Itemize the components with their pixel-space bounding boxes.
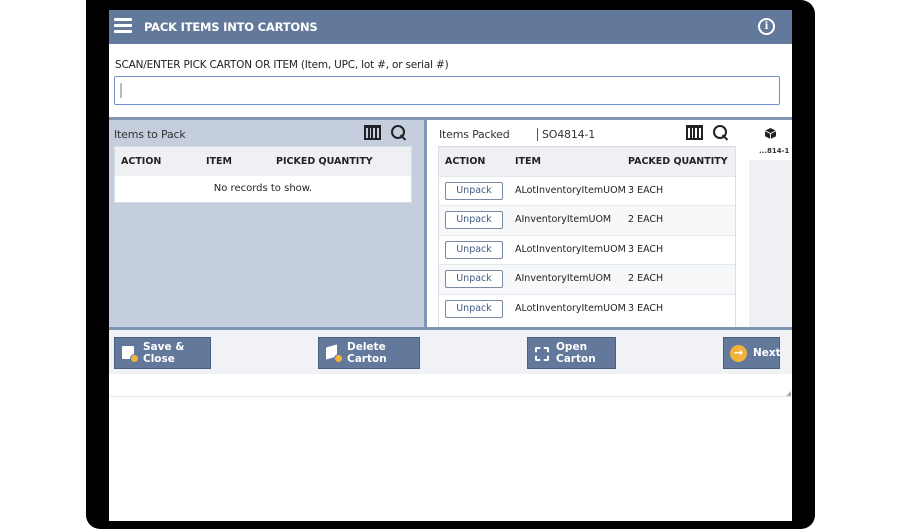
table-row: Unpack ALotInventoryItemUOM 3 EACH xyxy=(439,176,735,205)
app-screen: PACK ITEMS INTO CARTONS i SCAN/ENTER PIC… xyxy=(109,10,792,521)
save-close-button[interactable]: Save & Close xyxy=(114,337,211,369)
items-packed-grid: ACTION ITEM PACKED QUANTITY Unpack ALotI… xyxy=(438,146,736,327)
items-packed-panel: Items Packed SO4814-1 ACTION ITEM PACKED… xyxy=(427,120,792,327)
grid-header: ACTION ITEM PICKED QUANTITY xyxy=(115,147,411,176)
search-icon xyxy=(713,125,729,141)
next-button[interactable]: → Next xyxy=(723,337,781,369)
open-carton-label: Open Carton xyxy=(556,341,596,365)
page-title: PACK ITEMS INTO CARTONS xyxy=(144,20,318,34)
item-name: ALotInventoryItemUOM xyxy=(515,302,626,314)
column-header-action[interactable]: ACTION xyxy=(121,156,161,167)
column-header-packed-quantity[interactable]: PACKED QUANTITY xyxy=(628,156,728,167)
column-header-item[interactable]: ITEM xyxy=(515,156,541,167)
open-carton-icon xyxy=(534,345,550,361)
table-row: Unpack ALotInventoryItemUOM 3 EACH xyxy=(439,293,735,323)
divider xyxy=(109,396,792,397)
item-name: ALotInventoryItemUOM xyxy=(515,243,626,255)
search-button[interactable] xyxy=(391,125,407,141)
packed-quantity: 3 EACH xyxy=(628,302,664,314)
column-header-item[interactable]: ITEM xyxy=(206,156,232,167)
open-carton-label-line1: Open xyxy=(556,341,588,353)
item-name: AInventoryItemUOM xyxy=(515,273,612,285)
table-row: Unpack AInventoryItemUOM 2 EACH xyxy=(439,205,735,235)
item-name: AInventoryItemUOM xyxy=(515,214,612,226)
grid-header: ACTION ITEM PACKED QUANTITY xyxy=(439,147,735,176)
column-header-action[interactable]: ACTION xyxy=(445,156,485,167)
unpack-button[interactable]: Unpack xyxy=(445,299,503,318)
items-to-pack-title: Items to Pack xyxy=(114,128,186,141)
hamburger-menu-icon[interactable] xyxy=(114,18,132,34)
open-carton-label-line2: Carton xyxy=(556,353,596,365)
scan-label: SCAN/ENTER PICK CARTON OR ITEM (Item, UP… xyxy=(115,59,449,71)
search-icon xyxy=(391,125,407,141)
search-button[interactable] xyxy=(713,125,729,141)
text-caret xyxy=(120,83,122,98)
column-chooser-button[interactable] xyxy=(364,125,381,140)
carton-drop-area xyxy=(749,160,792,327)
empty-message: No records to show. xyxy=(213,183,313,194)
items-packed-title: Items Packed xyxy=(439,128,510,141)
scan-input[interactable] xyxy=(114,76,780,105)
open-carton-button[interactable]: Open Carton xyxy=(527,337,616,369)
action-bar: Save & Close Delete Carton Open Carton →… xyxy=(109,330,792,374)
next-label: Next xyxy=(753,347,781,359)
packed-quantity: 3 EACH xyxy=(628,185,664,196)
table-row: Unpack ALotInventoryItemUOM 3 EACH xyxy=(439,234,735,264)
packed-quantity: 3 EACH xyxy=(628,243,664,255)
item-name: ALotInventoryItemUOM xyxy=(515,185,626,196)
delete-carton-button[interactable]: Delete Carton xyxy=(318,337,420,369)
unpack-button[interactable]: Unpack xyxy=(445,240,503,259)
delete-carton-label: Delete Carton xyxy=(347,341,387,365)
unpack-button[interactable]: Unpack xyxy=(445,270,503,289)
column-header-picked-quantity[interactable]: PICKED QUANTITY xyxy=(276,156,373,167)
items-to-pack-panel: Items to Pack ACTION ITEM PICKED QUANTIT… xyxy=(109,120,424,327)
app-header: PACK ITEMS INTO CARTONS i xyxy=(109,10,792,44)
resize-handle[interactable] xyxy=(786,391,791,396)
packed-quantity: 2 EACH xyxy=(628,273,664,285)
column-chooser-button[interactable] xyxy=(686,125,703,140)
save-close-label: Save & Close xyxy=(143,341,185,365)
unpack-button[interactable]: Unpack xyxy=(445,211,503,230)
info-icon[interactable]: i xyxy=(758,18,775,35)
packed-quantity: 2 EACH xyxy=(628,214,664,226)
carton-tab-label: ...814-1 xyxy=(759,147,790,155)
save-icon xyxy=(121,345,139,363)
items-to-pack-grid: ACTION ITEM PICKED QUANTITY No records t… xyxy=(114,146,412,203)
grid-body: Unpack ALotInventoryItemUOM 3 EACH Unpac… xyxy=(439,176,735,323)
unpack-button[interactable]: Unpack xyxy=(445,182,503,200)
carton-box-icon xyxy=(765,128,776,139)
columns-icon xyxy=(364,125,381,140)
carton-tab[interactable]: ...814-1 xyxy=(749,120,792,327)
arrow-right-icon: → xyxy=(730,344,747,362)
table-row: Unpack AInventoryItemUOM 2 EACH xyxy=(439,264,735,294)
carton-id: SO4814-1 xyxy=(537,128,595,141)
columns-icon xyxy=(686,125,703,140)
delete-carton-icon xyxy=(325,345,343,363)
